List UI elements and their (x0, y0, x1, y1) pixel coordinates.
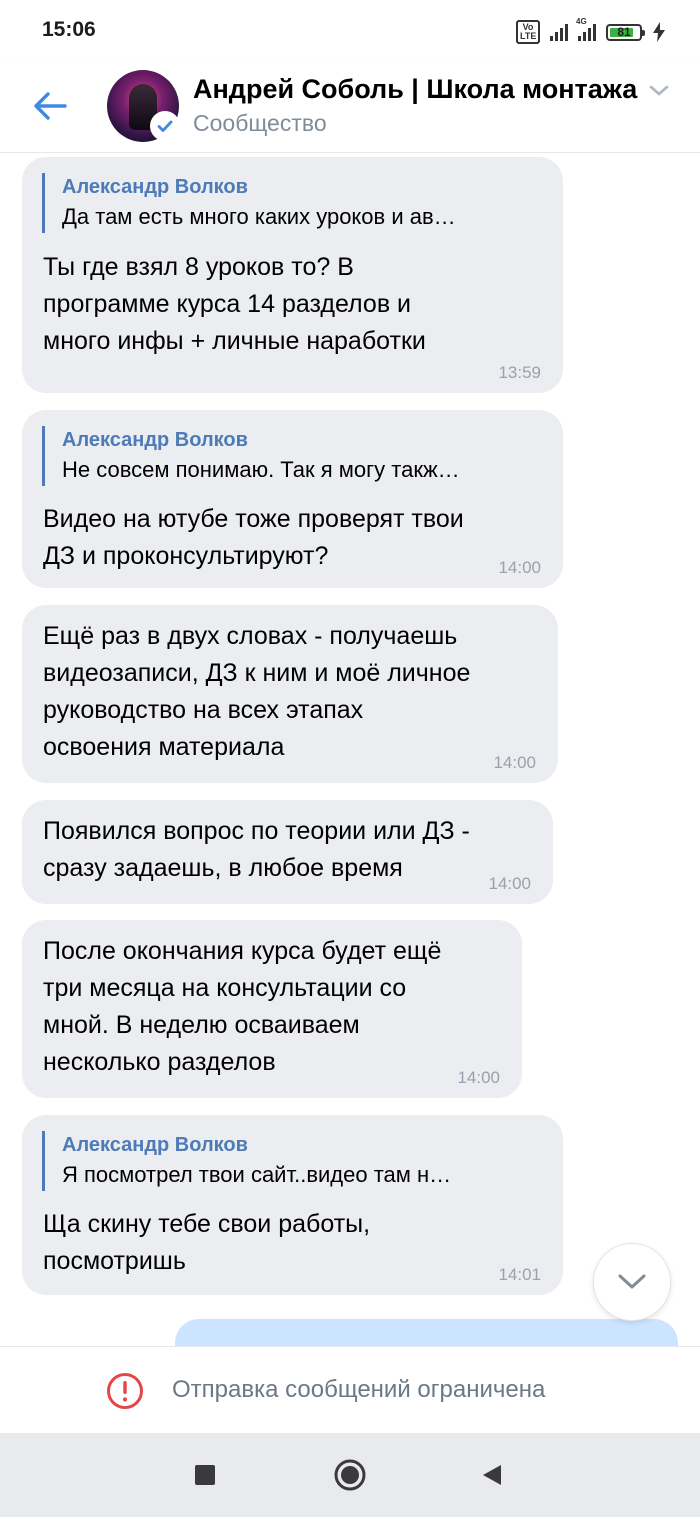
message-bubble[interactable]: После окончания курса будет ещё три меся… (22, 920, 522, 1098)
battery-level: 81 (617, 24, 631, 39)
message-time: 14:01 (498, 1265, 541, 1284)
reply-quote[interactable]: Александр Волков Да там есть много каких… (42, 173, 456, 233)
signal-4g-icon: 4G (576, 17, 596, 41)
circle-icon (334, 1459, 366, 1491)
scroll-down-button[interactable] (593, 1243, 671, 1321)
message-time: 13:59 (498, 363, 541, 382)
status-icons: Vo LTE 4G 81 (516, 17, 666, 44)
message-bubble[interactable]: Появился вопрос по теории или ДЗ - сразу… (22, 800, 553, 904)
message-list[interactable]: Александр Волков Да там есть много каких… (0, 153, 700, 1346)
volte-icon: Vo LTE (516, 20, 540, 44)
message-bubble[interactable]: Александр Волков Да там есть много каких… (22, 157, 563, 393)
home-button[interactable] (320, 1445, 380, 1505)
message-text: Ща скину тебе свои работы, посмотришь (43, 1210, 371, 1275)
back-button[interactable] (28, 84, 72, 128)
back-nav-button[interactable] (462, 1445, 522, 1505)
system-navigation-bar (0, 1433, 700, 1517)
status-time: 15:06 (42, 18, 96, 41)
verified-icon (150, 111, 180, 141)
message-time: 14:00 (498, 558, 541, 577)
message-text: Ты где взял 8 уроков то? В программе кур… (43, 253, 426, 355)
outgoing-message-bubble[interactable] (175, 1319, 678, 1346)
recents-button[interactable] (175, 1445, 235, 1505)
signal-icon (550, 23, 568, 41)
chat-title[interactable]: Андрей Соболь | Школа монтажа (193, 74, 637, 105)
square-icon (195, 1465, 215, 1485)
chevron-down-icon (618, 1274, 646, 1289)
reply-author: Александр Волков (62, 176, 248, 198)
message-time: 14:00 (457, 1068, 500, 1087)
network-type: 4G (576, 17, 587, 26)
message-bubble[interactable]: Александр Волков Не совсем понимаю. Так … (22, 410, 563, 588)
chevron-down-icon[interactable] (648, 84, 670, 98)
restricted-text: Отправка сообщений ограничена (172, 1376, 546, 1403)
reply-text: Не совсем понимаю. Так я могу такж… (62, 457, 460, 482)
message-text: После окончания курса будет ещё три меся… (43, 937, 442, 1076)
battery-icon: 81 (606, 23, 645, 41)
message-bubble[interactable]: Ещё раз в двух словах - получаешь видеоз… (22, 605, 558, 783)
arrow-left-icon (34, 92, 67, 120)
reply-author: Александр Волков (62, 429, 248, 451)
status-bar: 15:06 Vo LTE 4G 81 (0, 0, 700, 64)
message-bubble[interactable]: Александр Волков Я посмотрел твои сайт..… (22, 1115, 563, 1295)
message-time: 14:00 (488, 874, 531, 893)
reply-text: Да там есть много каких уроков и ав… (62, 204, 456, 229)
message-time: 14:00 (493, 753, 536, 772)
message-text: Видео на ютубе тоже проверят твои ДЗ и п… (43, 505, 464, 570)
reply-text: Я посмотрел твои сайт..видео там н… (62, 1162, 452, 1187)
reply-quote[interactable]: Александр Волков Не совсем понимаю. Так … (42, 426, 460, 486)
messaging-restricted-bar: Отправка сообщений ограничена (0, 1346, 700, 1434)
triangle-back-icon (483, 1465, 501, 1485)
message-text: Ещё раз в двух словах - получаешь видеоз… (43, 622, 471, 761)
reply-quote[interactable]: Александр Волков Я посмотрел твои сайт..… (42, 1131, 451, 1191)
reply-author: Александр Волков (62, 1134, 248, 1156)
warning-icon (107, 1373, 143, 1409)
message-text: Появился вопрос по теории или ДЗ - сразу… (43, 817, 470, 882)
charging-icon (653, 22, 665, 42)
chat-subtitle: Сообщество (193, 110, 327, 136)
chat-header: Андрей Соболь | Школа монтажа Сообщество (0, 64, 700, 153)
